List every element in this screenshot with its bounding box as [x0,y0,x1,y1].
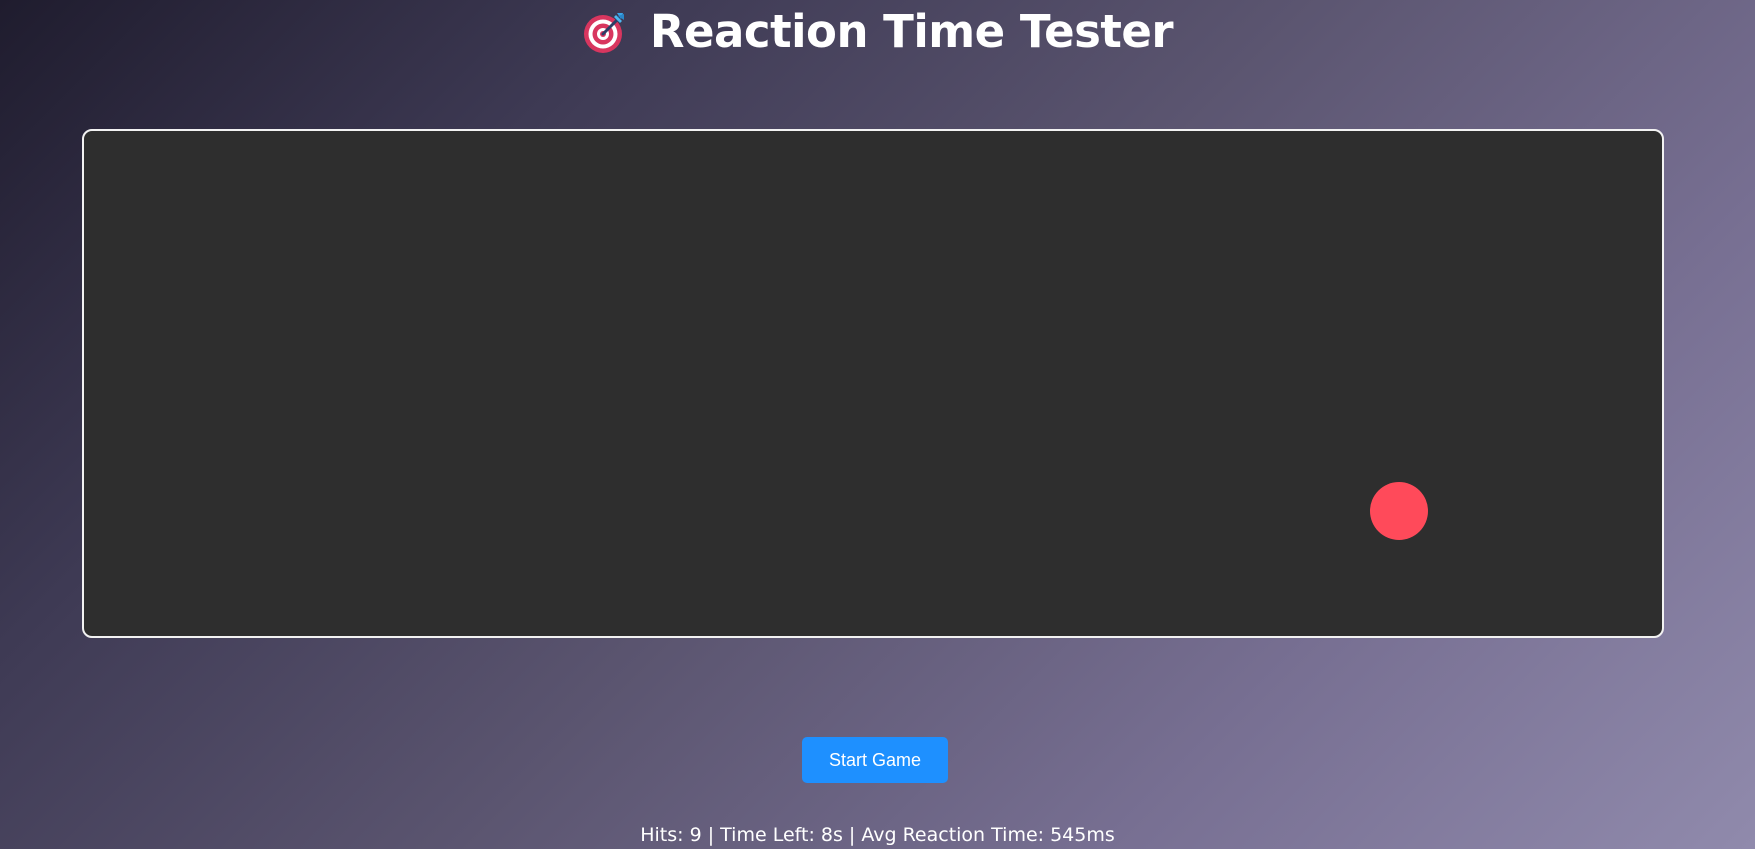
game-arena[interactable] [82,129,1664,638]
page-header: Reaction Time Tester [0,4,1755,60]
page-title: Reaction Time Tester [649,5,1174,58]
stats-readout: Hits: 9 | Time Left: 8s | Avg Reaction T… [640,824,1115,846]
start-game-button[interactable]: Start Game [802,737,948,783]
target-circle[interactable] [1370,482,1428,540]
target-dart-icon [583,13,624,53]
